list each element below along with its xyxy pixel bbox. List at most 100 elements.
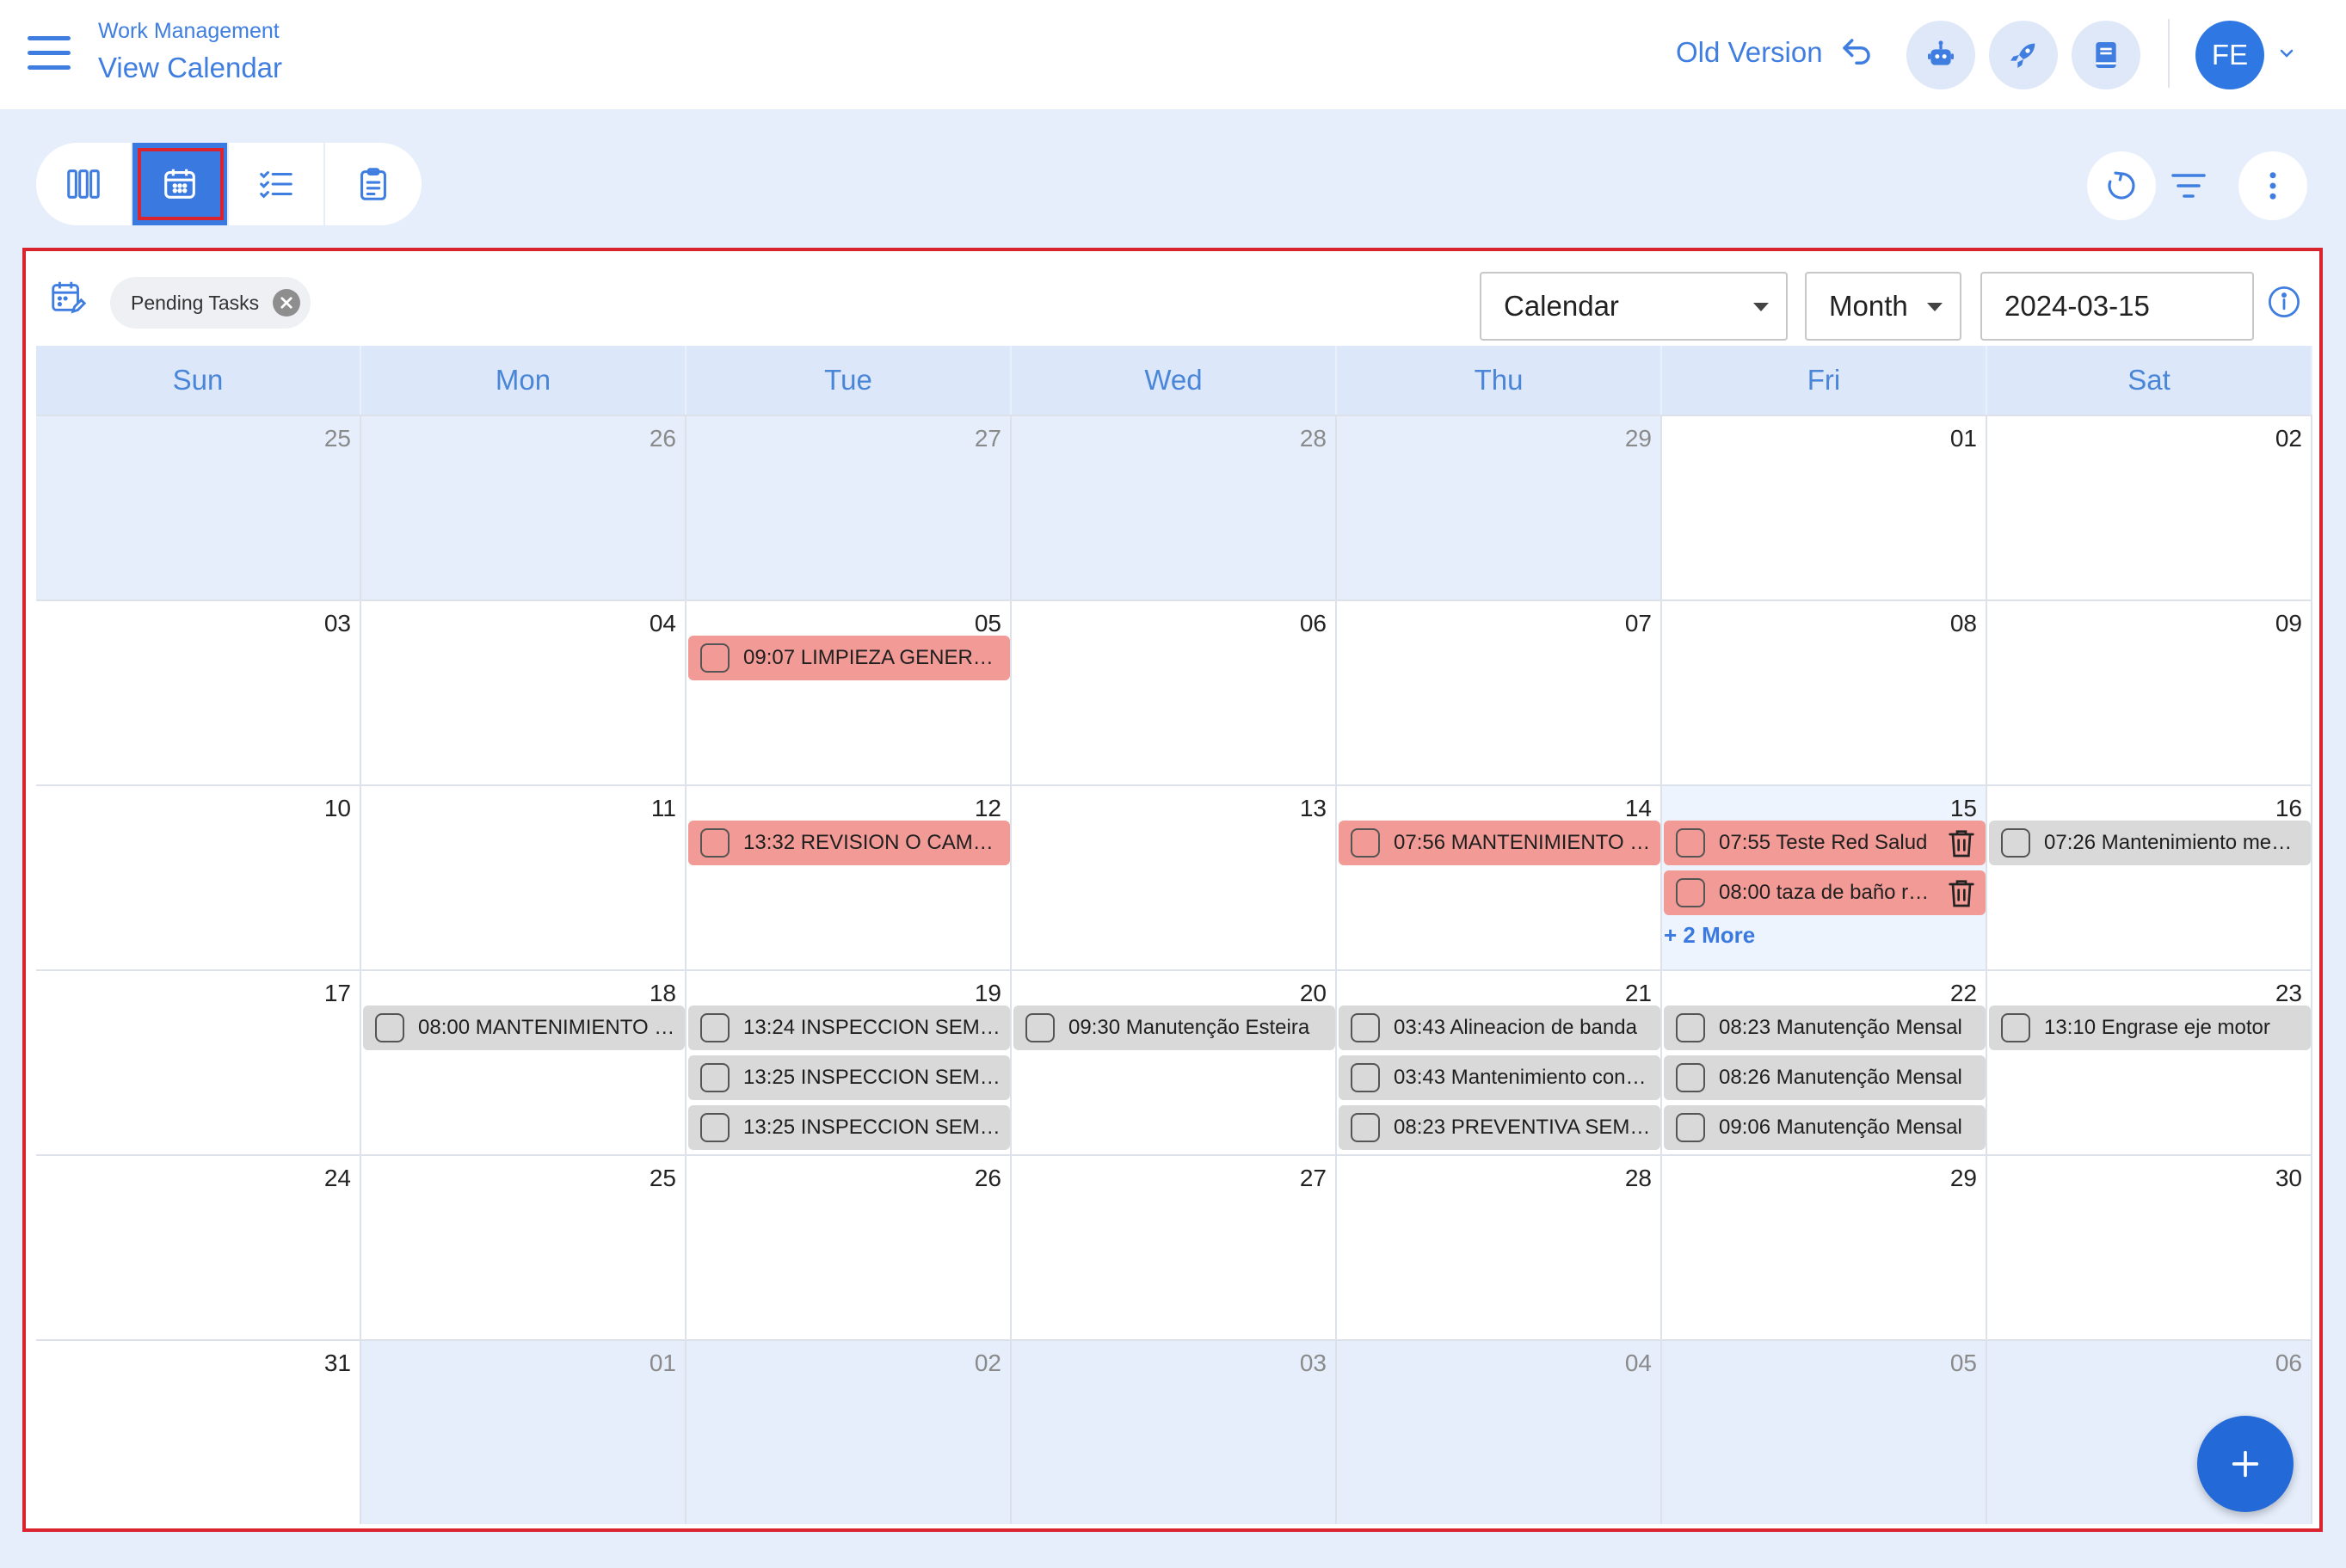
day-cell[interactable]: 24 [36, 1156, 361, 1339]
day-cell[interactable]: 16 07:26 Mantenimiento mensual [1987, 786, 2312, 969]
day-cell[interactable]: 28 [1012, 416, 1337, 600]
day-cell[interactable]: 09 [1987, 601, 2312, 784]
task-checkbox[interactable] [1351, 828, 1380, 858]
day-cell[interactable]: 05 [1662, 1341, 1987, 1524]
task-event[interactable]: 13:24 INSPECCION SEMANAL [688, 1005, 1010, 1050]
task-event[interactable]: 08:23 Manutenção Mensal [1664, 1005, 1986, 1050]
day-cell[interactable]: 26 [361, 416, 687, 600]
info-icon[interactable] [2266, 284, 2302, 320]
breadcrumb-parent[interactable]: Work Management [98, 19, 280, 44]
day-cell[interactable]: 31 [36, 1341, 361, 1524]
day-cell[interactable]: 27 [687, 416, 1012, 600]
add-task-button[interactable] [2197, 1416, 2294, 1512]
day-cell[interactable]: 07 [1337, 601, 1662, 784]
more-events-link[interactable]: + 2 More [1664, 922, 1755, 949]
task-checkbox[interactable] [2001, 1013, 2030, 1042]
task-checkbox[interactable] [700, 828, 730, 858]
day-cell[interactable]: 02 [687, 1341, 1012, 1524]
trash-icon[interactable] [1944, 826, 1979, 860]
chevron-down-icon[interactable] [2276, 43, 2297, 64]
task-event[interactable]: 09:30 Manutenção Esteira [1013, 1005, 1335, 1050]
day-cell[interactable]: 20 09:30 Manutenção Esteira [1012, 971, 1337, 1154]
task-checkbox[interactable] [700, 1013, 730, 1042]
task-event[interactable]: 13:32 REVISION O CAMBIO DE FILTROS [688, 821, 1010, 865]
day-cell[interactable]: 04 [361, 601, 687, 784]
task-event[interactable]: 08:00 MANTENIMIENTO PREVENTIVO [363, 1005, 685, 1050]
task-checkbox[interactable] [1676, 1013, 1705, 1042]
day-cell[interactable]: 22 08:23 Manutenção Mensal 08:26 Manutençã… [1662, 971, 1987, 1154]
day-cell[interactable]: 12 13:32 REVISION O CAMBIO DE FILTROS [687, 786, 1012, 969]
task-event[interactable]: 07:56 MANTENIMIENTO CORRECTIVO [1339, 821, 1660, 865]
filter-icon[interactable] [2168, 167, 2209, 205]
task-event[interactable]: 08:23 PREVENTIVA SEMESTRAL [1339, 1105, 1660, 1150]
day-cell[interactable]: 03 [1012, 1341, 1337, 1524]
task-checkbox[interactable] [1351, 1013, 1380, 1042]
chip-remove-button[interactable] [273, 289, 301, 317]
trash-icon[interactable] [1944, 876, 1979, 910]
calendar-type-select[interactable]: Calendar [1480, 272, 1788, 341]
task-event[interactable]: 08:00 taza de baño rota [1664, 870, 1986, 915]
avatar[interactable]: FE [2195, 21, 2264, 89]
day-cell[interactable]: 18 08:00 MANTENIMIENTO PREVENTIVO [361, 971, 687, 1154]
day-cell[interactable]: 19 13:24 INSPECCION SEMANAL 13:25 INSPECCI… [687, 971, 1012, 1154]
help-docs-button[interactable] [2072, 21, 2140, 89]
whats-new-button[interactable] [1989, 21, 2058, 89]
task-checkbox[interactable] [2001, 828, 2030, 858]
day-cell[interactable]: 15 07:55 Teste Red Salud 08:00 taza de bañ… [1662, 786, 1987, 969]
day-cell[interactable]: 17 [36, 971, 361, 1154]
task-event[interactable]: 03:43 Mantenimiento con lubricante [1339, 1055, 1660, 1100]
day-cell[interactable]: 06 [1012, 601, 1337, 784]
task-checkbox[interactable] [1676, 1113, 1705, 1142]
day-cell[interactable]: 29 [1337, 416, 1662, 600]
calendar-edit-icon[interactable] [48, 277, 88, 317]
day-cell[interactable]: 10 [36, 786, 361, 969]
task-checkbox[interactable] [375, 1013, 404, 1042]
day-cell[interactable]: 30 [1987, 1156, 2312, 1339]
board-view-button[interactable] [36, 143, 132, 225]
task-checkbox[interactable] [1676, 878, 1705, 907]
task-event[interactable]: 13:10 Engrase eje motor [1989, 1005, 2311, 1050]
day-cell[interactable]: 25 [361, 1156, 687, 1339]
day-cell[interactable]: 11 [361, 786, 687, 969]
task-event[interactable]: 13:25 INSPECCION SEMANAL [688, 1105, 1010, 1150]
more-options-button[interactable] [2238, 151, 2307, 220]
assistant-bot-button[interactable] [1906, 21, 1975, 89]
task-checkbox[interactable] [700, 1063, 730, 1092]
day-cell[interactable]: 02 [1987, 416, 2312, 600]
task-checkbox[interactable] [1351, 1113, 1380, 1142]
requests-view-button[interactable] [325, 143, 422, 225]
day-cell[interactable]: 23 13:10 Engrase eje motor [1987, 971, 2312, 1154]
task-event[interactable]: 08:26 Manutenção Mensal [1664, 1055, 1986, 1100]
day-cell[interactable]: 01 [361, 1341, 687, 1524]
day-cell[interactable]: 28 [1337, 1156, 1662, 1339]
task-event[interactable]: 13:25 INSPECCION SEMANAL [688, 1055, 1010, 1100]
menu-icon[interactable] [28, 36, 71, 71]
day-cell[interactable]: 25 [36, 416, 361, 600]
task-checkbox[interactable] [700, 1113, 730, 1142]
task-event[interactable]: 07:26 Mantenimiento mensual [1989, 821, 2311, 865]
task-checkbox[interactable] [1676, 828, 1705, 858]
day-cell[interactable]: 05 09:07 LIMPIEZA GENERAL DE AREA [687, 601, 1012, 784]
calendar-view-button[interactable] [132, 143, 229, 225]
refresh-button[interactable] [2087, 151, 2156, 220]
day-cell[interactable]: 29 [1662, 1156, 1987, 1339]
day-cell[interactable]: 04 [1337, 1341, 1662, 1524]
date-field[interactable]: 2024-03-15 [1980, 272, 2254, 341]
task-event[interactable]: 09:07 LIMPIEZA GENERAL DE AREA [688, 636, 1010, 680]
task-checkbox[interactable] [1351, 1063, 1380, 1092]
task-event[interactable]: 07:55 Teste Red Salud [1664, 821, 1986, 865]
task-event[interactable]: 03:43 Alineacion de banda [1339, 1005, 1660, 1050]
task-checkbox[interactable] [1676, 1063, 1705, 1092]
day-cell[interactable]: 14 07:56 MANTENIMIENTO CORRECTIVO [1337, 786, 1662, 969]
range-select[interactable]: Month [1805, 272, 1961, 341]
day-cell[interactable]: 01 [1662, 416, 1987, 600]
list-view-button[interactable] [229, 143, 325, 225]
day-cell[interactable]: 13 [1012, 786, 1337, 969]
day-cell[interactable]: 27 [1012, 1156, 1337, 1339]
day-cell[interactable]: 21 03:43 Alineacion de banda 03:43 Manteni… [1337, 971, 1662, 1154]
day-cell[interactable]: 03 [36, 601, 361, 784]
task-checkbox[interactable] [1025, 1013, 1055, 1042]
old-version-button[interactable]: Old Version [1676, 34, 1875, 71]
task-checkbox[interactable] [700, 643, 730, 673]
day-cell[interactable]: 26 [687, 1156, 1012, 1339]
